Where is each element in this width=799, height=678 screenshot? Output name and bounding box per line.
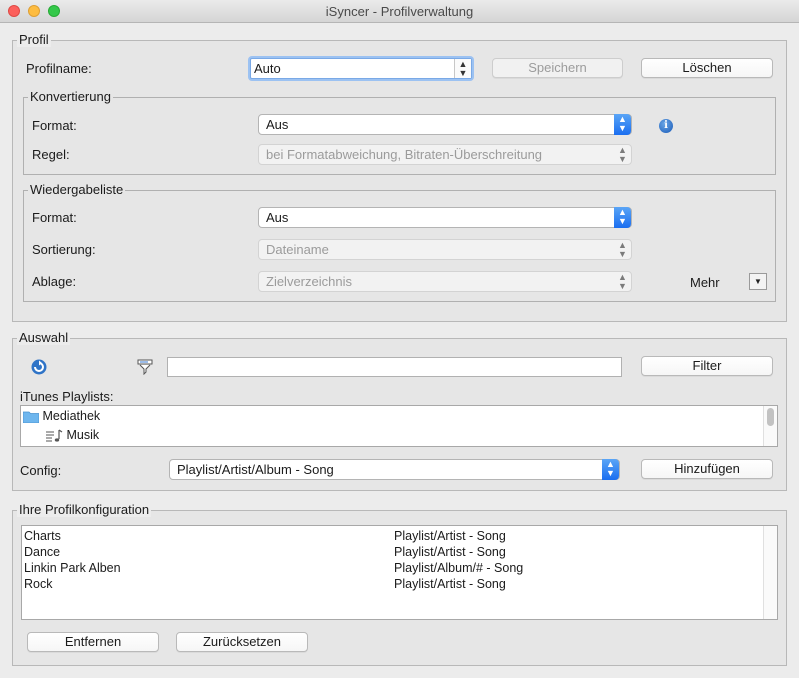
sort-select[interactable]: Dateiname ▲ ▼ <box>258 239 632 260</box>
table-row-pattern[interactable]: Playlist/Album/# - Song <box>394 560 523 576</box>
filter-input[interactable] <box>167 357 622 377</box>
storage-select[interactable]: Zielverzeichnis ▲ ▼ <box>258 271 632 292</box>
table-row-name[interactable]: Dance <box>24 544 60 560</box>
config-label: Config: <box>20 463 62 478</box>
config-select[interactable]: Playlist/Artist/Album - Song ▲ ▼ <box>169 459 620 480</box>
playlist-format-value: Aus <box>266 210 289 225</box>
conversion-format-select[interactable]: Aus ▲ ▼ <box>258 114 632 135</box>
remove-button[interactable]: Entfernen <box>27 632 159 652</box>
table-row-name[interactable]: Charts <box>24 528 61 544</box>
chevron-updown-icon: ▲ ▼ <box>614 114 631 135</box>
auswahl-legend: Auswahl <box>17 330 71 345</box>
table-row-pattern[interactable]: Playlist/Artist - Song <box>394 528 506 544</box>
chevron-updown-icon[interactable]: ▲ ▼ <box>454 59 471 78</box>
more-toggle-button[interactable]: ▼ <box>749 273 767 290</box>
itunes-playlists-label: iTunes Playlists: <box>20 389 114 404</box>
profil-legend: Profil <box>17 32 51 47</box>
window-title: iSyncer - Profilverwaltung <box>325 4 474 19</box>
config-value: Playlist/Artist/Album - Song <box>177 462 334 477</box>
table-row-pattern[interactable]: Playlist/Artist - Song <box>394 544 506 560</box>
playlist-format-select[interactable]: Aus ▲ ▼ <box>258 207 632 228</box>
konvertierung-legend: Konvertierung <box>28 89 113 104</box>
conversion-rule-label: Regel: <box>32 147 70 162</box>
reset-button[interactable]: Zurücksetzen <box>176 632 308 652</box>
conversion-rule-select[interactable]: bei Formatabweichung, Bitraten-Überschre… <box>258 144 632 165</box>
scrollbar-thumb[interactable] <box>767 408 774 426</box>
table-row-name[interactable]: Linkin Park Alben <box>24 560 121 576</box>
add-button[interactable]: Hinzufügen <box>641 459 773 479</box>
playlist-label: Mediathek <box>42 409 101 423</box>
delete-button[interactable]: Löschen <box>641 58 773 78</box>
storage-value: Zielverzeichnis <box>266 274 352 289</box>
playlist-label: Musik <box>66 428 100 442</box>
title-bar: iSyncer - Profilverwaltung <box>0 0 799 23</box>
folder-icon <box>22 411 40 424</box>
save-button[interactable]: Speichern <box>492 58 623 78</box>
refresh-icon[interactable] <box>30 358 48 376</box>
filter-icon <box>137 359 153 376</box>
chevron-updown-icon: ▲ ▼ <box>618 240 627 259</box>
list-item[interactable]: Musik <box>45 427 99 443</box>
chevron-updown-icon: ▲ ▼ <box>618 272 627 291</box>
profile-configuration-legend: Ihre Profilkonfiguration <box>17 502 152 517</box>
wiedergabeliste-legend: Wiedergabeliste <box>28 182 126 197</box>
profile-name-value: Auto <box>254 61 281 76</box>
conversion-rule-value: bei Formatabweichung, Bitraten-Überschre… <box>266 147 543 162</box>
profile-name-combobox[interactable]: Auto ▲ ▼ <box>250 58 472 79</box>
chevron-updown-icon: ▲ ▼ <box>602 459 619 480</box>
playlist-format-label: Format: <box>32 210 77 225</box>
chevron-updown-icon: ▲ ▼ <box>614 207 631 228</box>
music-playlist-icon <box>45 429 63 443</box>
sort-label: Sortierung: <box>32 242 96 257</box>
info-icon[interactable]: i <box>659 119 673 133</box>
table-row-pattern[interactable]: Playlist/Artist - Song <box>394 576 506 592</box>
filter-button[interactable]: Filter <box>641 356 773 376</box>
profile-name-label: Profilname: <box>26 61 92 76</box>
list-item[interactable]: Mediathek <box>22 408 101 424</box>
profile-configuration-table[interactable]: Charts Playlist/Artist - Song Dance Play… <box>21 525 778 620</box>
playlists-scrollbar[interactable] <box>763 406 777 446</box>
itunes-playlists-list[interactable]: Mediathek Musik <box>20 405 778 447</box>
more-label: Mehr <box>690 275 720 290</box>
configuration-scrollbar[interactable] <box>763 526 777 619</box>
chevron-updown-icon: ▲ ▼ <box>618 145 627 164</box>
conversion-format-label: Format: <box>32 118 77 133</box>
table-row-name[interactable]: Rock <box>24 576 52 592</box>
conversion-format-value: Aus <box>266 117 289 132</box>
storage-label: Ablage: <box>32 274 77 289</box>
sort-value: Dateiname <box>266 242 329 257</box>
